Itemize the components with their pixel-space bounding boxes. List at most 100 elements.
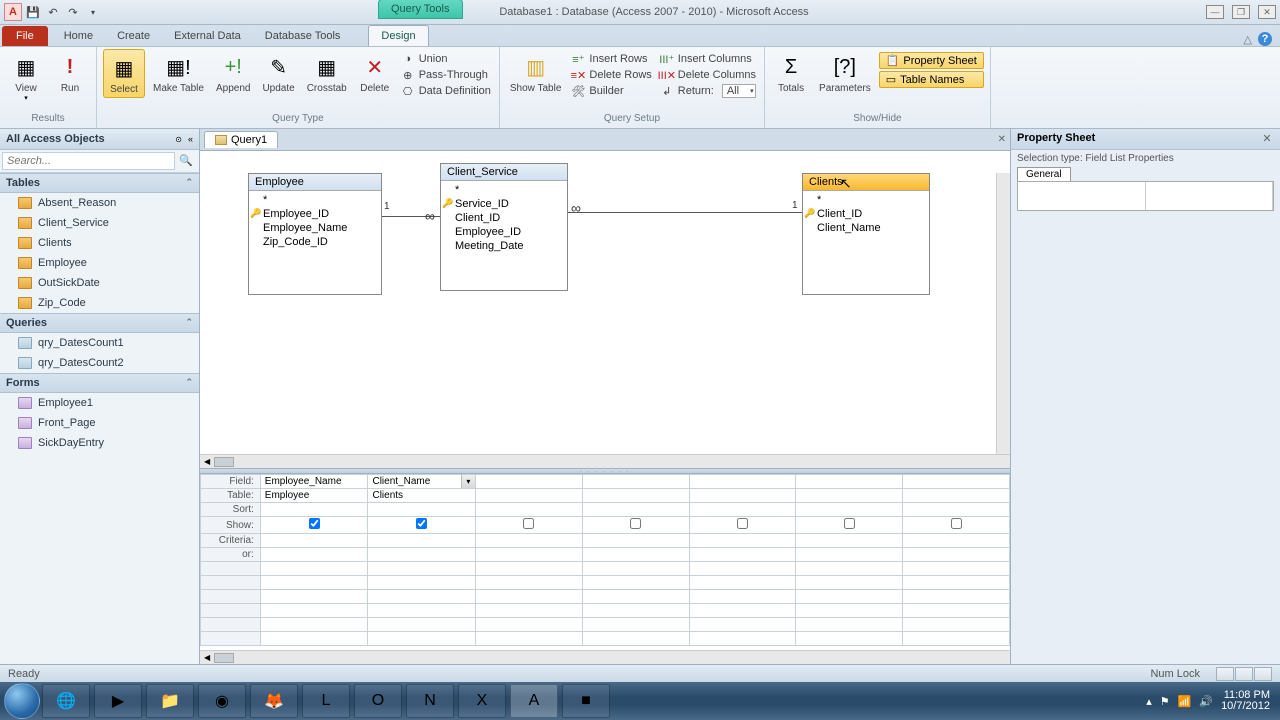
nav-item-front-page[interactable]: Front_Page xyxy=(0,413,199,433)
qbe-cell[interactable] xyxy=(582,475,689,489)
field-service-id[interactable]: Service_ID xyxy=(441,197,567,211)
view-button[interactable]: ▦ View ▾ xyxy=(6,49,46,104)
minimize-ribbon-icon[interactable]: △ xyxy=(1244,33,1252,46)
taskbar-outlook[interactable]: O xyxy=(354,684,402,718)
totals-button[interactable]: ΣTotals xyxy=(771,49,811,96)
qbe-cell[interactable] xyxy=(582,517,689,534)
qbe-cell[interactable] xyxy=(796,517,903,534)
prop-tab-general[interactable]: General xyxy=(1017,167,1071,181)
field-employee-id[interactable]: Employee_ID xyxy=(441,225,567,239)
diagram-hscroll[interactable]: ◀ xyxy=(200,454,1010,468)
qbe-cell[interactable] xyxy=(903,475,1010,489)
qbe-cell[interactable]: Clients xyxy=(368,489,475,503)
qbe-cell[interactable] xyxy=(475,489,582,503)
query-tab[interactable]: Query1 xyxy=(204,131,278,148)
undo-icon[interactable]: ↶ xyxy=(44,3,62,21)
data-definition-button[interactable]: ⎔Data Definition xyxy=(399,83,493,99)
qbe-hscroll[interactable]: ◀ xyxy=(200,650,1010,664)
qbe-cell[interactable] xyxy=(903,534,1010,548)
nav-item-client-service[interactable]: Client_Service xyxy=(0,213,199,233)
pass-through-button[interactable]: ⊕Pass-Through xyxy=(399,67,493,83)
close-tab-icon[interactable]: ✕ xyxy=(998,134,1006,145)
field-zip-code-id[interactable]: Zip_Code_ID xyxy=(249,235,381,249)
diagram-pane[interactable]: Employee *Employee_IDEmployee_NameZip_Co… xyxy=(200,151,1010,454)
qbe-cell[interactable]: Client_Name▾ xyxy=(368,475,475,489)
close-button[interactable]: ✕ xyxy=(1258,5,1276,19)
field-client-name[interactable]: Client_Name xyxy=(803,221,929,235)
datasheet-view-button[interactable] xyxy=(1216,667,1234,681)
field-client-id[interactable]: Client_ID xyxy=(803,207,929,221)
nav-section-queries[interactable]: Queries⌃ xyxy=(0,313,199,333)
field--[interactable]: * xyxy=(441,183,567,197)
qbe-cell[interactable] xyxy=(475,475,582,489)
show-checkbox[interactable] xyxy=(523,518,534,529)
design-view-button[interactable] xyxy=(1254,667,1272,681)
redo-icon[interactable]: ↷ xyxy=(64,3,82,21)
qbe-cell[interactable] xyxy=(260,517,368,534)
sql-view-button[interactable] xyxy=(1235,667,1253,681)
save-icon[interactable]: 💾 xyxy=(24,3,42,21)
qbe-cell[interactable]: Employee xyxy=(260,489,368,503)
field-employee-name[interactable]: Employee_Name xyxy=(249,221,381,235)
qbe-cell[interactable] xyxy=(582,534,689,548)
return-control[interactable]: ↲Return: All▾ xyxy=(658,83,758,99)
taskbar-chrome[interactable]: ◉ xyxy=(198,684,246,718)
show-checkbox[interactable] xyxy=(951,518,962,529)
restore-button[interactable]: ❐ xyxy=(1232,5,1250,19)
qbe-cell[interactable] xyxy=(903,548,1010,562)
home-tab[interactable]: Home xyxy=(52,26,105,46)
nav-item-employee[interactable]: Employee xyxy=(0,253,199,273)
qbe-cell[interactable] xyxy=(368,503,475,517)
external-data-tab[interactable]: External Data xyxy=(162,26,253,46)
delete-query-button[interactable]: ✕Delete xyxy=(355,49,395,96)
taskbar-clock[interactable]: 11:08 PM 10/7/2012 xyxy=(1221,690,1270,712)
qbe-cell[interactable] xyxy=(475,548,582,562)
taskbar-firefox[interactable]: 🦊 xyxy=(250,684,298,718)
qbe-cell[interactable] xyxy=(903,503,1010,517)
qbe-cell[interactable] xyxy=(796,503,903,517)
nav-item-qry-datescount1[interactable]: qry_DatesCount1 xyxy=(0,333,199,353)
access-app-icon[interactable]: A xyxy=(4,3,22,21)
qbe-cell[interactable] xyxy=(903,489,1010,503)
taskbar-camtasia[interactable]: ■ xyxy=(562,684,610,718)
qbe-cell[interactable] xyxy=(903,517,1010,534)
qbe-cell[interactable] xyxy=(368,548,475,562)
nav-item-qry-datescount2[interactable]: qry_DatesCount2 xyxy=(0,353,199,373)
qbe-cell[interactable] xyxy=(368,534,475,548)
qbe-cell[interactable] xyxy=(260,503,368,517)
taskbar-ie[interactable]: 🌐 xyxy=(42,684,90,718)
qat-dropdown-icon[interactable]: ▾ xyxy=(84,3,102,21)
qbe-cell[interactable] xyxy=(689,517,796,534)
qbe-cell[interactable] xyxy=(582,548,689,562)
make-table-button[interactable]: ▦!Make Table xyxy=(149,49,208,96)
insert-rows-button[interactable]: ≡⁺Insert Rows xyxy=(569,51,653,67)
show-checkbox[interactable] xyxy=(844,518,855,529)
builder-button[interactable]: 🛠Builder xyxy=(569,83,653,99)
qbe-cell[interactable] xyxy=(475,534,582,548)
update-button[interactable]: ✎Update xyxy=(258,49,298,96)
nav-item-outsickdate[interactable]: OutSickDate xyxy=(0,273,199,293)
qbe-cell[interactable] xyxy=(796,489,903,503)
table-clients[interactable]: Clients *Client_IDClient_Name xyxy=(802,173,930,295)
tray-network-icon[interactable]: 📶 xyxy=(1178,695,1192,708)
nav-dropdown-icon[interactable]: ⊙ xyxy=(175,135,182,144)
qbe-cell[interactable] xyxy=(796,475,903,489)
qbe-cell[interactable] xyxy=(582,503,689,517)
delete-rows-button[interactable]: ≡✕Delete Rows xyxy=(569,67,653,83)
qbe-cell[interactable] xyxy=(260,548,368,562)
qbe-cell[interactable] xyxy=(796,534,903,548)
show-checkbox[interactable] xyxy=(416,518,427,529)
select-query-button[interactable]: ▦Select xyxy=(103,49,145,98)
nav-item-zip-code[interactable]: Zip_Code xyxy=(0,293,199,313)
run-button[interactable]: ! Run xyxy=(50,49,90,96)
tray-action-center-icon[interactable]: ⚑ xyxy=(1160,695,1170,708)
qbe-cell[interactable] xyxy=(260,534,368,548)
tray-expand-icon[interactable]: ▴ xyxy=(1146,695,1152,708)
show-checkbox[interactable] xyxy=(737,518,748,529)
qbe-cell[interactable] xyxy=(689,534,796,548)
qbe-cell[interactable] xyxy=(582,489,689,503)
qbe-cell[interactable] xyxy=(475,503,582,517)
field-employee-id[interactable]: Employee_ID xyxy=(249,207,381,221)
union-button[interactable]: ◑Union xyxy=(399,51,493,67)
nav-section-forms[interactable]: Forms⌃ xyxy=(0,373,199,393)
